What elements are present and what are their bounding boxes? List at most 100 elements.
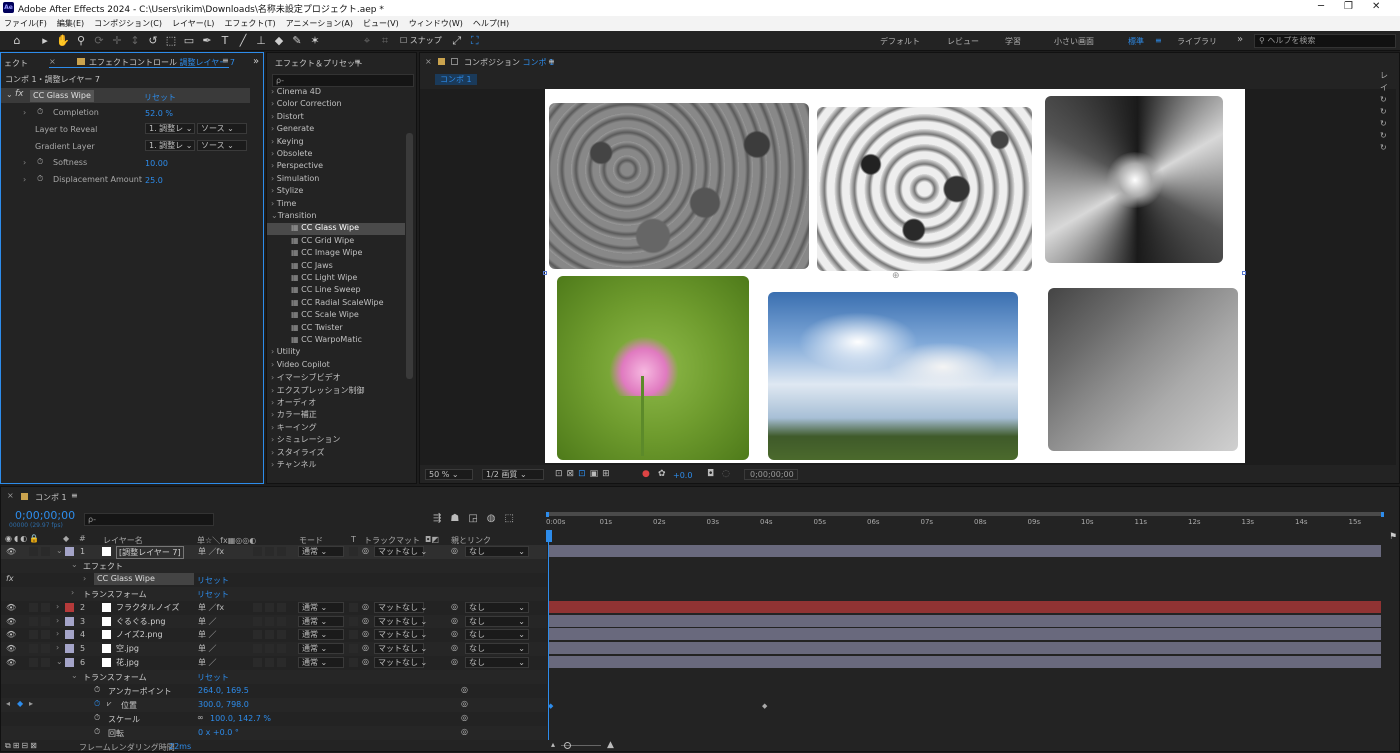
matte-link-icon[interactable]: ◎ [362, 602, 369, 611]
menu-window[interactable]: ウィンドウ(W) [409, 18, 463, 29]
comp-chip[interactable]: コンポ 1 [435, 74, 477, 85]
label-color-swatch[interactable] [65, 658, 74, 668]
expand-chevron-icon[interactable]: ⌄ [71, 560, 78, 569]
effect-category-3[interactable]: › Generate [271, 124, 314, 133]
panel-menu-icon[interactable]: ≡ [548, 57, 555, 66]
matte-link-icon[interactable]: ◎ [362, 643, 369, 652]
reset-button[interactable]: リセット [197, 589, 229, 600]
matte-link-icon[interactable]: ◎ [362, 616, 369, 625]
pen-tool-icon[interactable]: ✒ [198, 33, 216, 49]
minimize-button[interactable]: ─ [1318, 1, 1324, 12]
stopwatch-icon[interactable]: ⏱ [37, 107, 43, 117]
close-tab-icon[interactable]: × [49, 57, 56, 66]
table-row[interactable]: 👁 ⌄ 1 [調整レイヤー 7] 单 ／fx 通常 ⌄ ◎ マットなし ⌄ ◎ … [1, 545, 547, 559]
table-row[interactable]: 👁 › 5 空.jpg 单 ／ 通常 ⌄ ◎ マットなし ⌄ ◎ なし ⌄ [1, 642, 547, 657]
gradient-layer-source-dropdown[interactable]: ソース ⌄ [197, 140, 247, 151]
effect-item[interactable]: ▦ CC Radial ScaleWipe [267, 298, 405, 310]
show-snapshot-icon[interactable]: ◌ [722, 469, 730, 479]
effect-category-transition[interactable]: ⌄Transition [271, 211, 316, 220]
keyframe-icon[interactable]: ◆ [548, 702, 553, 710]
resolution-dropdown[interactable]: 1/2 画質 ⌄ [482, 469, 544, 480]
pickwhip-icon[interactable]: ◎ [461, 727, 468, 736]
expand-chevron-icon[interactable]: ⌄ [71, 671, 78, 680]
eye-icon[interactable]: 👁 [6, 658, 16, 667]
mode-dropdown[interactable]: 通常 ⌄ [298, 657, 344, 669]
effect-category-b4[interactable]: › オーディオ [271, 397, 316, 408]
stopwatch-icon[interactable]: ⏱ [94, 685, 100, 695]
label-color-swatch[interactable] [65, 644, 74, 654]
pickwhip-icon[interactable]: ◎ [451, 629, 458, 638]
axis-world-icon[interactable]: ⌗ [376, 33, 394, 49]
orbit-tool-icon[interactable]: ⟳ [90, 33, 108, 49]
lock-icon[interactable] [451, 58, 458, 65]
comp-timecode[interactable]: 0;00;00;00 [744, 469, 798, 480]
project-tab[interactable]: ェクト [4, 58, 28, 69]
matte-link-icon[interactable]: ◎ [362, 657, 369, 666]
layer-name[interactable]: 空.jpg [116, 643, 139, 654]
color-channels-icon[interactable]: ● [642, 469, 650, 479]
pickwhip-icon[interactable]: ◎ [461, 713, 468, 722]
gradient-layer-dropdown[interactable]: 1. 調整レ ⌄ [145, 140, 195, 151]
more-workspaces-icon[interactable]: » [1237, 34, 1243, 45]
effect-category-5[interactable]: › Obsolete [271, 149, 312, 158]
layer-switches[interactable]: 单 ／ [198, 616, 217, 627]
pan-behind-tool-icon[interactable]: ⬚ [162, 33, 180, 49]
timeline-end-marker-icon[interactable]: ⚑ [1389, 532, 1397, 542]
zoom-dropdown[interactable]: 50 % ⌄ [425, 469, 473, 480]
layer-duration-bar[interactable] [549, 642, 1381, 655]
stopwatch-icon[interactable]: ⏱ [94, 727, 100, 737]
parent-dropdown[interactable]: なし ⌄ [465, 546, 529, 557]
effect-category-6[interactable]: › Perspective [271, 161, 323, 170]
menu-effect[interactable]: エフェクト(T) [224, 18, 275, 29]
panel-menu-icon[interactable]: ≡ [71, 491, 78, 500]
layer-to-reveal-dropdown[interactable]: 1. 調整レ ⌄ [145, 123, 195, 134]
pickwhip-icon[interactable]: ◎ [451, 657, 458, 666]
type-tool-icon[interactable]: T [216, 33, 234, 49]
layer-duration-bar[interactable] [549, 614, 1381, 627]
pan-tool-icon[interactable]: ✛ [108, 33, 126, 49]
fx-icon[interactable]: fx [6, 574, 14, 583]
layer-switches[interactable]: 单 ／ [198, 657, 217, 668]
track-matte-dropdown[interactable]: マットなし ⌄ [374, 643, 427, 655]
property-group-row[interactable]: ⌄ エフェクト [1, 558, 547, 573]
zoom-tool-icon[interactable]: ⚲ [72, 33, 90, 49]
table-row[interactable]: 👁 › 2 フラクタルノイズ 单 ／fx 通常 ⌄ ◎ マットなし ⌄ ◎ なし… [1, 600, 547, 615]
layer-switches[interactable]: 单 ／fx [198, 546, 224, 557]
timeline-tab[interactable]: コンポ 1 [35, 492, 67, 503]
expand-chevron-icon[interactable]: ⌄ [56, 546, 63, 555]
track-matte-dropdown[interactable]: マットなし ⌄ [374, 601, 427, 613]
rotation-tool-icon[interactable]: ↺ [144, 33, 162, 49]
effect-category-b7[interactable]: › シミュレーション [271, 434, 340, 445]
stopwatch-icon[interactable]: ⏱ [37, 157, 43, 167]
effect-name[interactable]: CC Glass Wipe [30, 90, 94, 102]
effect-item[interactable]: ▦ CC WarpoMatic [267, 335, 405, 347]
workspace-libraries[interactable]: ライブラリ [1177, 36, 1217, 47]
expand-chevron-icon[interactable]: › [71, 588, 74, 597]
effect-category-9[interactable]: › Time [271, 199, 296, 208]
maximize-button[interactable]: ❐ [1344, 1, 1353, 12]
effect-category-b0[interactable]: › Utility [271, 347, 300, 356]
workspace-menu-icon[interactable]: ≡ [1155, 36, 1162, 45]
next-keyframe-icon[interactable]: ▸ [29, 699, 33, 708]
exposure-reset-icon[interactable]: ✿ [658, 469, 666, 479]
expand-chevron-icon[interactable]: › [83, 574, 86, 583]
layer-duration-bar[interactable] [549, 628, 1381, 641]
effect-item[interactable]: ▦ CC Line Sweep [267, 285, 405, 297]
property-value[interactable]: 0 x +0.0 ° [198, 728, 239, 737]
layer-name[interactable]: [調整レイヤー 7] [116, 546, 184, 559]
help-search-input[interactable]: ⚲ ヘルプを検索 [1254, 34, 1396, 48]
graph-icon[interactable]: ⩗ [107, 699, 112, 709]
mode-dropdown[interactable]: 通常 ⌄ [298, 615, 344, 627]
matte-link-icon[interactable]: ◎ [362, 629, 369, 638]
completion-chevron-icon[interactable]: › [23, 108, 26, 117]
pickwhip-icon[interactable]: ◎ [461, 685, 468, 694]
fx-icon[interactable]: fx [15, 89, 24, 99]
stopwatch-icon[interactable]: ⏱ [94, 699, 100, 709]
effect-category-0[interactable]: › Cinema 4D [271, 87, 321, 96]
effects-search-input[interactable]: ρ- [272, 74, 414, 87]
keyframe-toggle-icon[interactable]: ◆ [17, 699, 23, 708]
effect-item[interactable]: ▦ CC Twister [267, 323, 405, 335]
timeline-zoom-thumb[interactable] [564, 742, 571, 749]
effect-item[interactable]: ▦ CC Scale Wipe [267, 310, 405, 322]
effect-category-b3[interactable]: › エクスプレッション制御 [271, 385, 365, 396]
